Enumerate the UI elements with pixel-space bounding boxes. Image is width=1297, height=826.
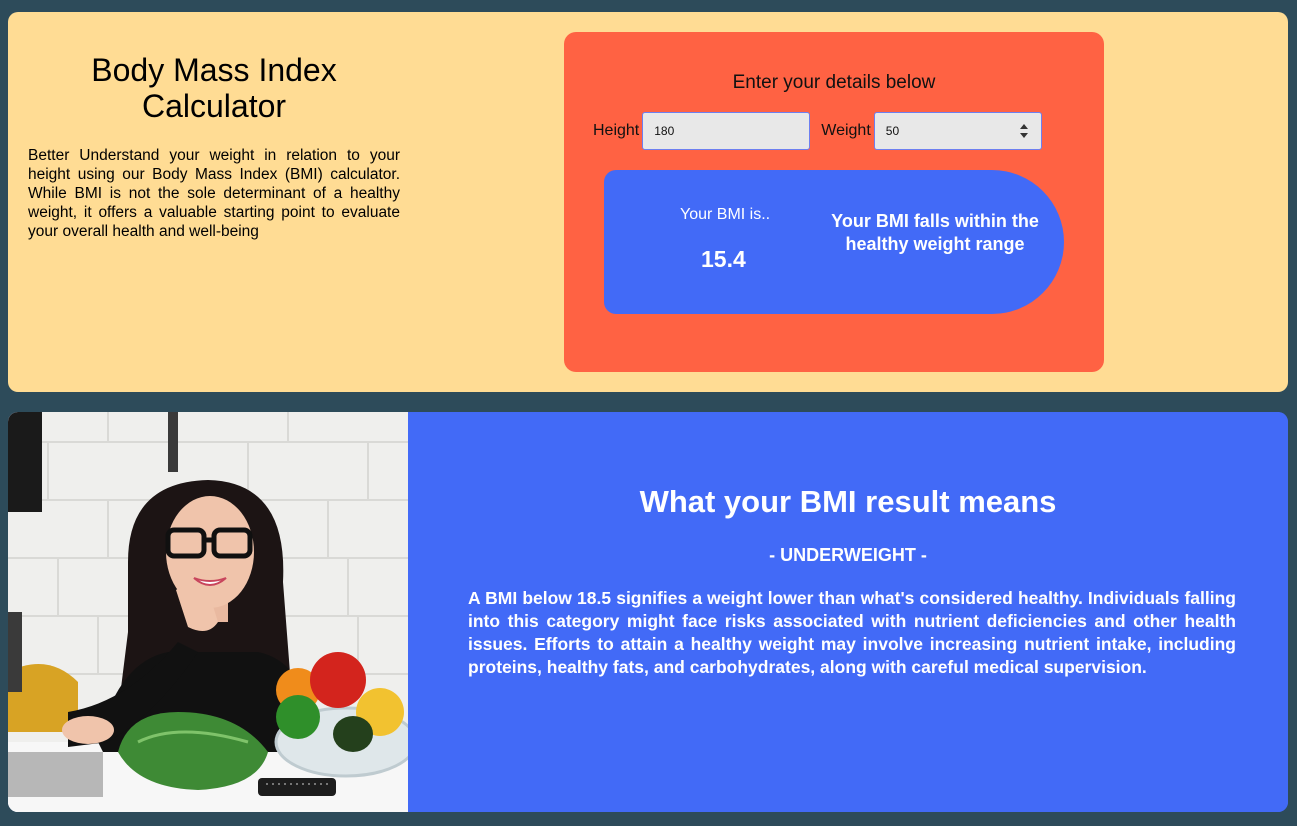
bmi-result-value: 15.4 xyxy=(701,246,746,272)
bmi-category: - UNDERWEIGHT - xyxy=(769,545,927,565)
calculator-heading: Enter your details below xyxy=(732,72,936,93)
bmi-meaning-panel: What your BMI result means - UNDERWEIGHT… xyxy=(408,412,1288,812)
weight-input-value: 50 xyxy=(885,124,900,138)
bmi-result-label: Your BMI is.. xyxy=(680,206,771,223)
woman-with-vegetables-photo xyxy=(8,412,408,812)
height-input-value: 180 xyxy=(654,124,675,138)
bmi-calculator-section: Body Mass Index Calculator Better Unders… xyxy=(8,12,1288,392)
page-title: Body Mass Index Calculator xyxy=(91,52,337,124)
meaning-title: What your BMI result means xyxy=(639,484,1057,519)
stepper-up-icon[interactable] xyxy=(1020,124,1029,129)
weight-input[interactable]: 50 xyxy=(873,112,1042,150)
input-row: Height 180 Weight 50 xyxy=(593,112,1042,150)
calculator-card: Enter your details below Height 180 Weig… xyxy=(564,32,1104,372)
number-stepper-icon[interactable] xyxy=(1020,124,1029,138)
photo-illustration xyxy=(8,412,408,812)
bmi-meaning-section: What your BMI result means - UNDERWEIGHT… xyxy=(8,412,1288,812)
weight-label: Weight xyxy=(821,122,871,139)
intro-panel: Body Mass Index Calculator Better Unders… xyxy=(28,52,400,241)
bmi-result-message: Your BMI falls within the healthy weight… xyxy=(831,211,1039,254)
bmi-result-box: Your BMI is.. 15.4 Your BMI falls within… xyxy=(604,170,1064,314)
height-label: Height xyxy=(593,122,640,139)
stepper-down-icon[interactable] xyxy=(1020,133,1029,138)
intro-description: Better Understand your weight in relatio… xyxy=(28,147,400,240)
height-input[interactable]: 180 xyxy=(642,112,811,150)
category-description: A BMI below 18.5 signifies a weight lowe… xyxy=(468,588,1236,677)
